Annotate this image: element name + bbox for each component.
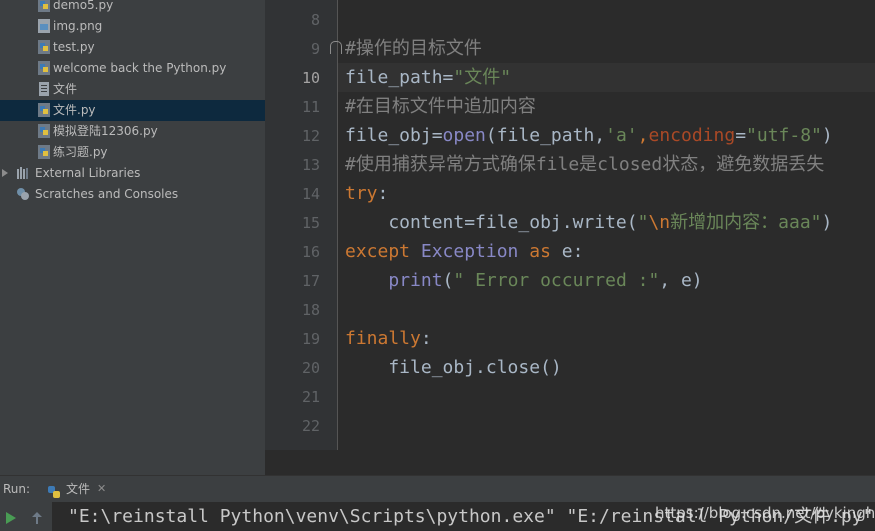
line-number: 18 xyxy=(301,301,320,319)
python-file-icon xyxy=(37,40,51,54)
python-file-icon xyxy=(37,0,51,12)
run-tool-window-header: Run: 文件 ✕ xyxy=(0,475,875,502)
line-number: 16 xyxy=(301,243,320,261)
scratches-icon xyxy=(16,187,30,201)
line-number: 9 xyxy=(310,40,320,58)
line-number: 19 xyxy=(301,330,320,348)
text-file-icon xyxy=(37,82,51,96)
code-line-13: #使用捕获异常方式确保file是closed状态，避免数据丢失 xyxy=(345,154,825,175)
tree-item-label: 文件 xyxy=(53,82,78,96)
tree-item-img[interactable]: img.png xyxy=(0,16,265,37)
watermark-text: https://blog.csdn.net/pykinghu xyxy=(655,504,875,522)
tree-item-label: 练习题.py xyxy=(53,145,108,159)
editor-bottom-area xyxy=(265,450,875,475)
tree-item-12306[interactable]: 模拟登陆12306.py xyxy=(0,121,265,142)
tree-item-label: 模拟登陆12306.py xyxy=(53,124,158,138)
image-file-icon xyxy=(37,19,51,33)
tree-item-scratches[interactable]: Scratches and Consoles xyxy=(0,184,265,205)
tree-item-label: welcome back the Python.py xyxy=(53,61,227,75)
scroll-up-icon[interactable] xyxy=(31,510,43,524)
run-tab-label: 文件 xyxy=(66,482,91,496)
tree-item-label: External Libraries xyxy=(35,166,141,180)
code-line-20: file_obj.close() xyxy=(345,357,562,378)
code-editor[interactable]: #操作的目标文件 file_path="文件" #在目标文件中追加内容 file… xyxy=(338,0,875,475)
code-line-14: try: xyxy=(345,183,389,204)
line-number: 12 xyxy=(301,127,320,145)
code-line-16: except Exception as e: xyxy=(345,241,584,262)
code-line-15: content=file_obj.write("\n新增加内容：aaa") xyxy=(345,212,833,233)
run-tab[interactable]: 文件 ✕ xyxy=(34,476,116,502)
line-number: 20 xyxy=(301,359,320,377)
tree-item-label: test.py xyxy=(53,40,95,54)
tree-item-wenjian[interactable]: 文件 xyxy=(0,79,265,100)
tree-item-label: img.png xyxy=(53,19,103,33)
code-line-19: finally: xyxy=(345,328,432,349)
close-tab-icon[interactable]: ✕ xyxy=(97,476,106,502)
line-number: 14 xyxy=(301,185,320,203)
tree-item-external-libraries[interactable]: External Libraries xyxy=(0,163,265,184)
line-number-current: 10 xyxy=(301,69,320,87)
run-label: Run: xyxy=(3,482,31,496)
expand-arrow-icon[interactable] xyxy=(1,166,9,180)
python-file-icon xyxy=(37,103,51,117)
tree-item-test[interactable]: test.py xyxy=(0,37,265,58)
libraries-icon xyxy=(16,166,30,180)
python-file-icon xyxy=(37,124,51,138)
python-file-icon xyxy=(37,61,51,75)
line-number: 17 xyxy=(301,272,320,290)
line-number: 21 xyxy=(301,388,320,406)
python-icon xyxy=(47,482,61,498)
tree-item-welcome[interactable]: welcome back the Python.py xyxy=(0,58,265,79)
line-number: 13 xyxy=(301,156,320,174)
code-line-10: file_path="文件" xyxy=(345,67,512,88)
project-tree: demo5.py img.png test.py welcome back th… xyxy=(0,0,265,475)
line-number: 22 xyxy=(301,417,320,435)
tree-item-label: demo5.py xyxy=(53,0,114,12)
tree-item-demo5[interactable]: demo5.py xyxy=(0,0,265,16)
tree-item-wenjian-py[interactable]: 文件.py xyxy=(0,100,265,121)
tree-item-exercises[interactable]: 练习题.py xyxy=(0,142,265,163)
code-line-17: print(" Error occurred :", e) xyxy=(388,270,703,291)
code-line-9: #操作的目标文件 xyxy=(345,38,482,59)
line-number: 8 xyxy=(310,11,320,29)
tree-item-label: 文件.py xyxy=(53,103,96,117)
code-line-11: #在目标文件中追加内容 xyxy=(345,96,536,117)
run-play-icon[interactable] xyxy=(5,510,17,524)
line-number: 11 xyxy=(301,98,320,116)
tree-item-label: Scratches and Consoles xyxy=(35,187,179,201)
run-toolbar xyxy=(0,502,52,531)
python-file-icon xyxy=(37,145,51,159)
code-line-12: file_obj=open(file_path,'a',encoding="ut… xyxy=(345,125,833,146)
line-number: 15 xyxy=(301,214,320,232)
